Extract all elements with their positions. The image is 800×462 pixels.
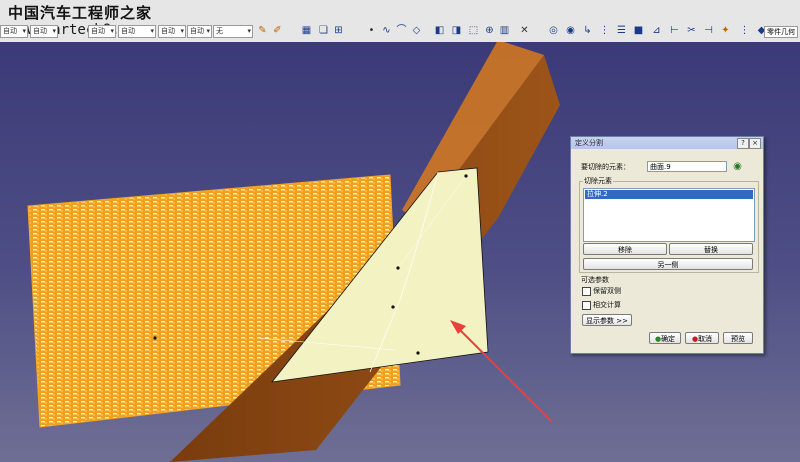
tree2-icon[interactable]: ⊣ [702, 24, 715, 37]
grid-icon[interactable]: ▦ [300, 24, 313, 37]
cutting-elements-list[interactable]: 拉伸.2 [583, 188, 755, 242]
diamond-icon[interactable]: ◇ [410, 24, 423, 37]
surface2-icon[interactable]: ◨ [450, 24, 463, 37]
split-dialog: 定义分割 ? × 要切除的元素： 曲面.9 ◉ 切除元素 拉伸.2 移除 替换 … [570, 136, 764, 354]
help-button[interactable]: ? [737, 138, 749, 149]
other-side-button[interactable]: 另一侧 [583, 258, 753, 270]
tree-icon[interactable]: ⊢ [668, 24, 681, 37]
intersect-checkbox[interactable] [582, 301, 591, 310]
group-label: 切除元素 [583, 176, 613, 186]
arc-icon[interactable]: ⌒ [395, 24, 408, 37]
swirl-icon[interactable]: ◎ [547, 24, 560, 37]
annotation-arrow [455, 325, 553, 423]
toolbar: 中国汽车工程师之家 www.cartech8.com 自动 ▾ 自动 ▾ 自动 ▾ 自… [0, 0, 800, 43]
bulb-icon[interactable]: ✦ [719, 24, 732, 37]
extrude-icon[interactable]: ⬚ [467, 24, 480, 37]
sphere-icon[interactable]: ◉ [564, 24, 577, 37]
watermark-title: 中国汽车工程师之家 [8, 4, 153, 22]
optional-params-label: 可选参数 [581, 276, 609, 284]
dropdown-4[interactable]: 自动 ▾ [118, 25, 156, 38]
element-label: 要切除的元素： [581, 163, 630, 171]
intersect-label: 相交计算 [593, 301, 621, 309]
remove-button[interactable]: 移除 [583, 243, 667, 255]
replace-button[interactable]: 替换 [669, 243, 753, 255]
dropdown-6[interactable]: 自动 ▾ [187, 25, 212, 38]
grid2-icon[interactable]: ⋮ [738, 24, 751, 37]
split-icon[interactable]: ▥ [498, 24, 511, 37]
list-item[interactable]: 拉伸.2 [585, 190, 753, 199]
workbench-label[interactable]: 零件几何 [764, 26, 798, 38]
close-button[interactable]: × [749, 138, 761, 149]
surface-icon[interactable]: ◧ [433, 24, 446, 37]
block-icon[interactable]: ■ [632, 24, 645, 37]
axes-icon[interactable]: ↳ [581, 24, 594, 37]
cancel-button[interactable]: ●取消 [685, 332, 719, 344]
dropdown-3[interactable]: 自动 ▾ [88, 25, 116, 38]
repeat-icon[interactable]: ⋮ [598, 24, 611, 37]
ok-button[interactable]: ●确定 [649, 332, 681, 344]
dropdown-1[interactable]: 自动 ▾ [0, 25, 28, 38]
layers-icon[interactable]: ❏ [317, 24, 330, 37]
element-field[interactable]: 曲面.9 [647, 161, 727, 172]
keep-both-label: 保留双侧 [593, 287, 621, 295]
list-icon[interactable]: ☰ [615, 24, 628, 37]
dialog-title: 定义分割 [575, 139, 603, 147]
scissors-icon[interactable]: ✂ [685, 24, 698, 37]
select-element-icon[interactable]: ◉ [731, 160, 744, 173]
brush-icon[interactable]: ✐ [271, 24, 284, 37]
keep-both-checkbox[interactable] [582, 287, 591, 296]
dropdown-7[interactable]: 无 ▾ [213, 25, 253, 38]
dropdown-5[interactable]: 自动 ▾ [158, 25, 186, 38]
preview-button[interactable]: 预览 [723, 332, 753, 344]
dialog-title-bar: 定义分割 ? × [571, 137, 763, 149]
scale-icon[interactable]: ⊿ [650, 24, 663, 37]
dropdown-2[interactable]: 自动 ▾ [30, 25, 58, 38]
point-icon[interactable]: • [365, 24, 378, 37]
curve-icon[interactable]: ∿ [380, 24, 393, 37]
show-params-button[interactable]: 显示参数 >> [582, 314, 632, 326]
paint-icon[interactable]: ✎ [256, 24, 269, 37]
axis-icon[interactable]: ✕ [518, 24, 531, 37]
spread-icon[interactable]: ⊞ [332, 24, 345, 37]
toolbar-row: 自动 ▾ 自动 ▾ 自动 ▾ 自动 ▾ 自动 ▾ 自动 ▾ 无 ▾ ✎ ✐ ▦ ❏ ⊞ • ∿… [0, 25, 800, 39]
join-icon[interactable]: ⊕ [483, 24, 496, 37]
